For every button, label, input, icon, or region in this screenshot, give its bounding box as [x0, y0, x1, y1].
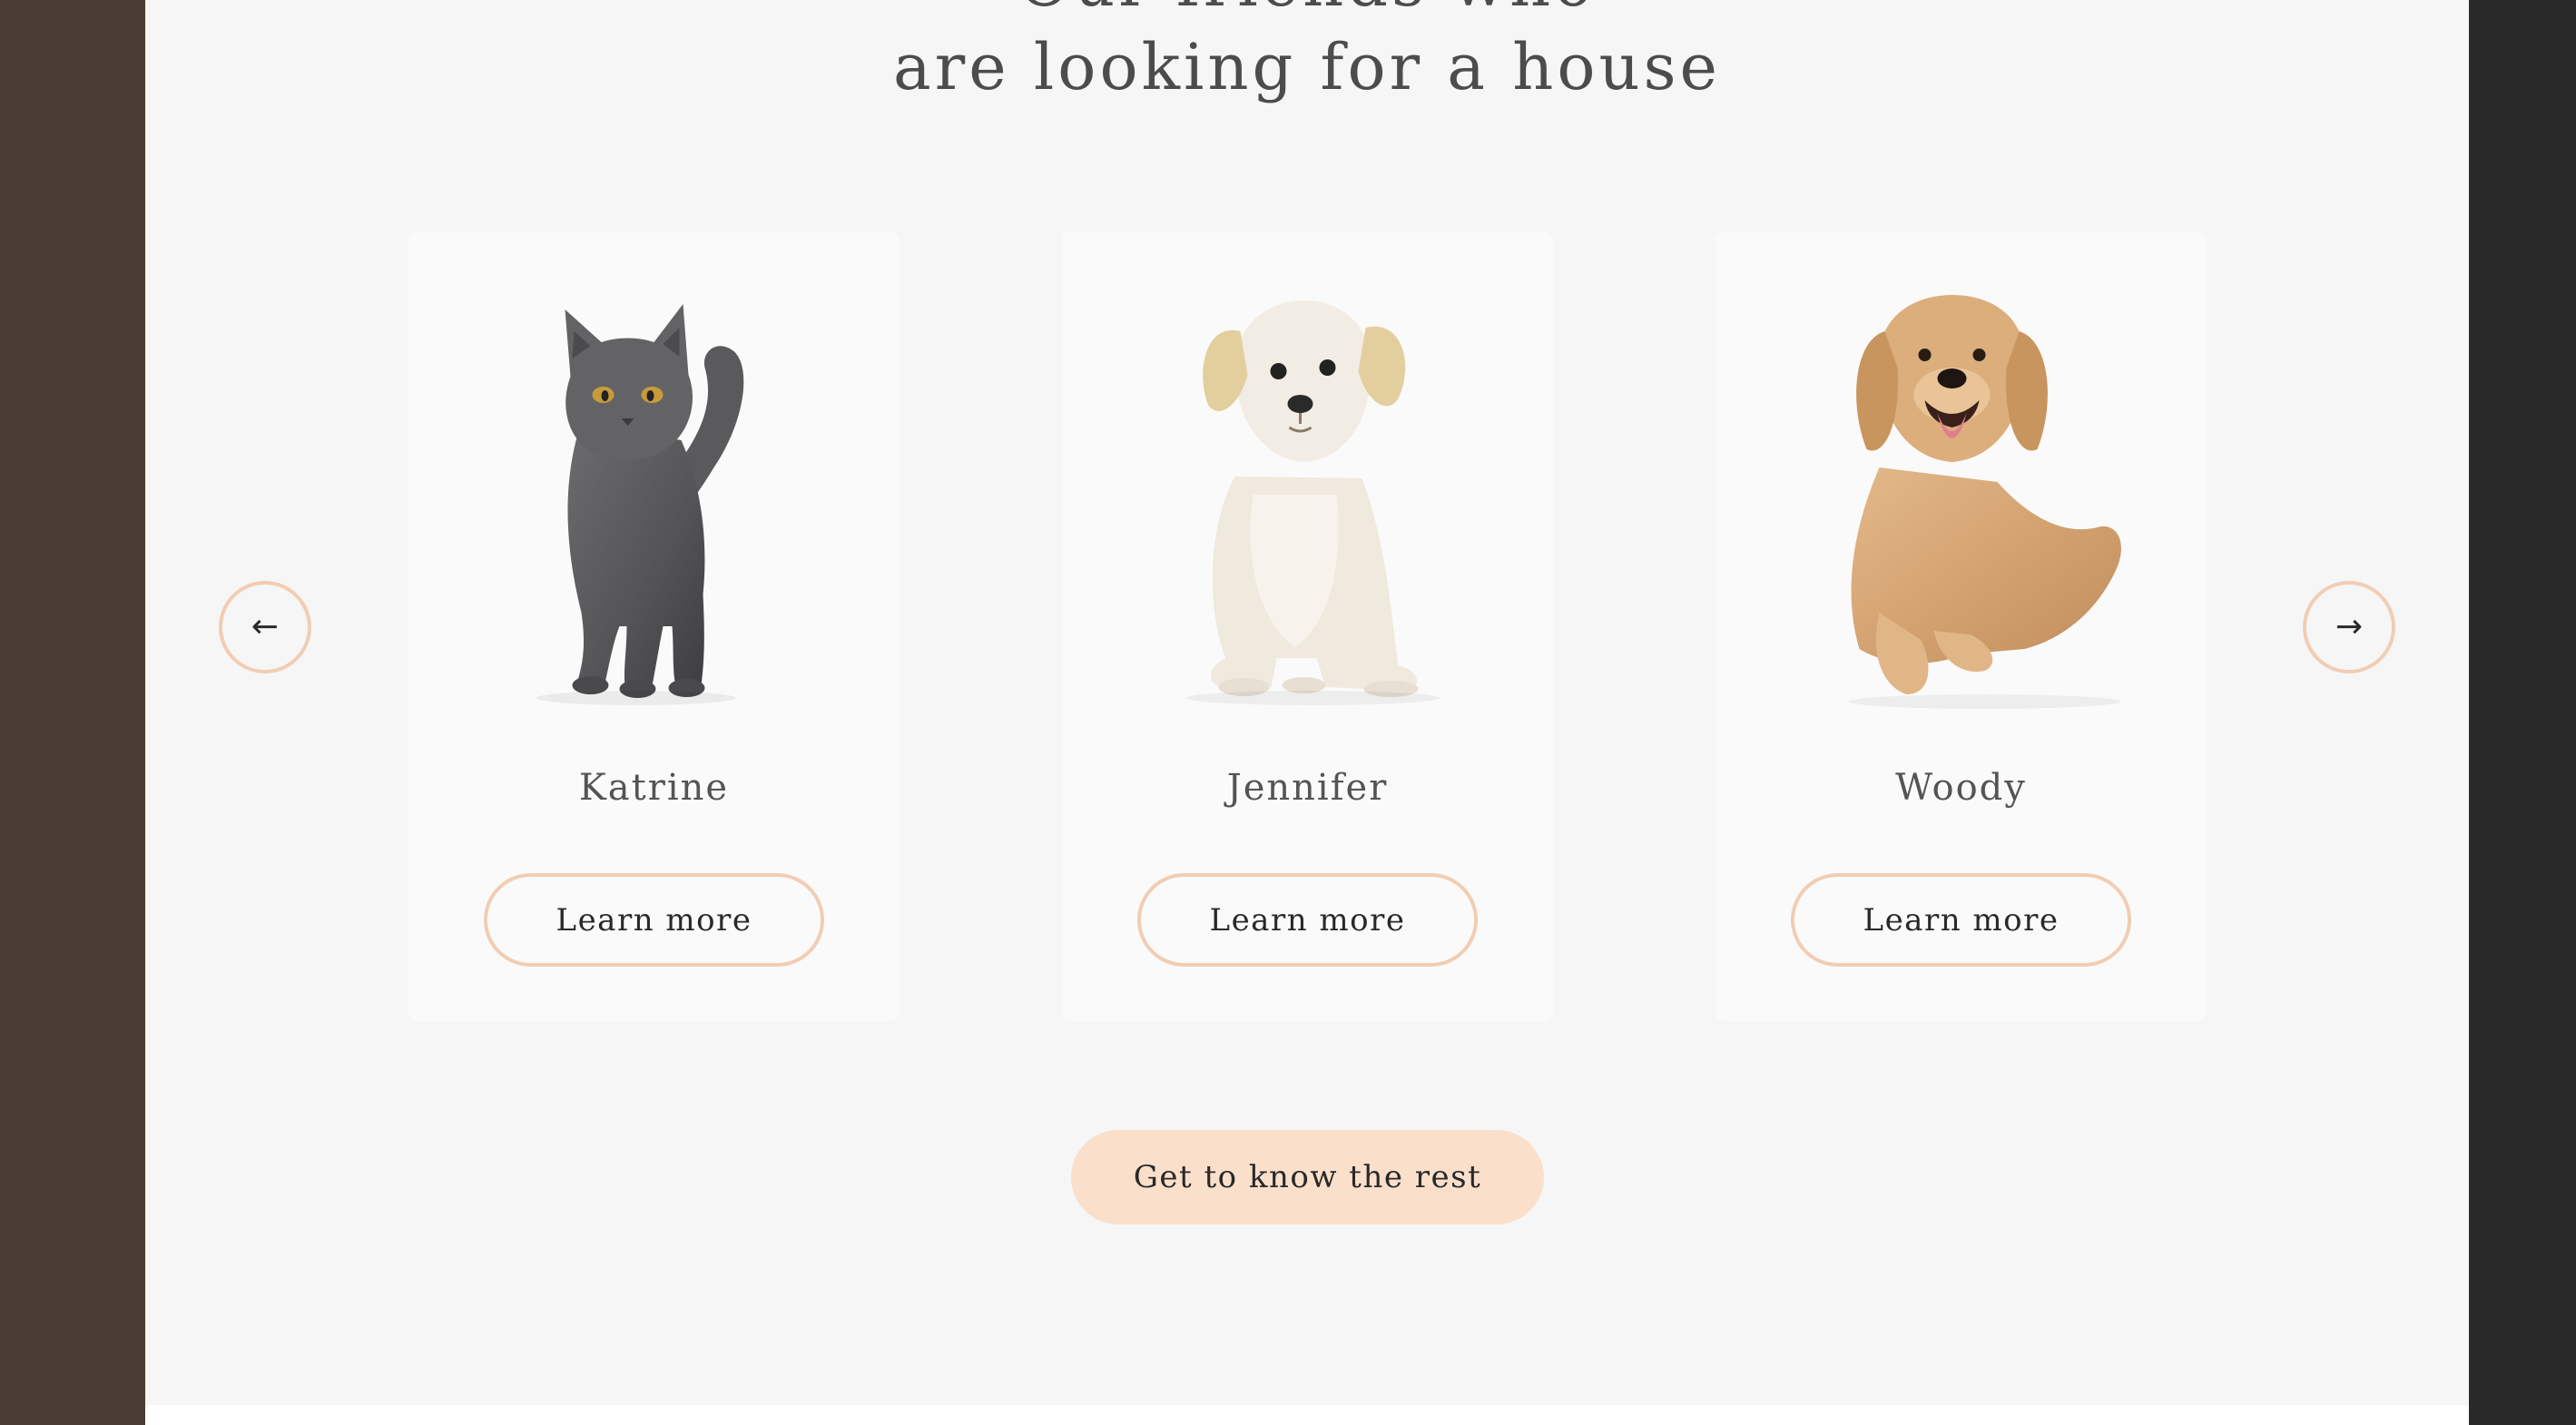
arrow-left-icon: ← — [251, 608, 280, 645]
pet-card[interactable]: Woody Learn more — [1716, 231, 2207, 1021]
section-title: Our friends who are looking for a house — [145, 0, 2469, 109]
right-background-strip — [2469, 0, 2576, 1425]
pet-card[interactable]: Katrine Learn more — [408, 231, 900, 1021]
golden-retriever-photo — [1848, 295, 2121, 709]
previous-arrow-button[interactable]: ← — [219, 581, 311, 673]
gray-cat-photo — [536, 304, 744, 705]
cream-puppy-photo — [1185, 300, 1440, 705]
next-section-edge — [145, 1405, 2469, 1425]
section-title-line-2: are looking for a house — [893, 30, 1721, 104]
pet-name: Woody — [1895, 767, 2027, 809]
page: Our friends who are looking for a house … — [0, 0, 2576, 1425]
arrow-right-icon: → — [2335, 608, 2364, 645]
pet-name: Katrine — [578, 767, 730, 809]
get-to-know-the-rest-button[interactable]: Get to know the rest — [1071, 1130, 1544, 1224]
pet-card[interactable]: Jennifer Learn more — [1062, 231, 1553, 1021]
pets-section: Our friends who are looking for a house … — [145, 0, 2469, 1405]
left-background-strip — [0, 0, 145, 1425]
learn-more-button[interactable]: Learn more — [1791, 873, 2131, 967]
pet-name: Jennifer — [1226, 767, 1389, 809]
learn-more-button[interactable]: Learn more — [1137, 873, 1478, 967]
learn-more-button[interactable]: Learn more — [484, 873, 824, 967]
section-title-line-1: Our friends who — [145, 0, 2469, 25]
next-arrow-button[interactable]: → — [2303, 581, 2395, 673]
